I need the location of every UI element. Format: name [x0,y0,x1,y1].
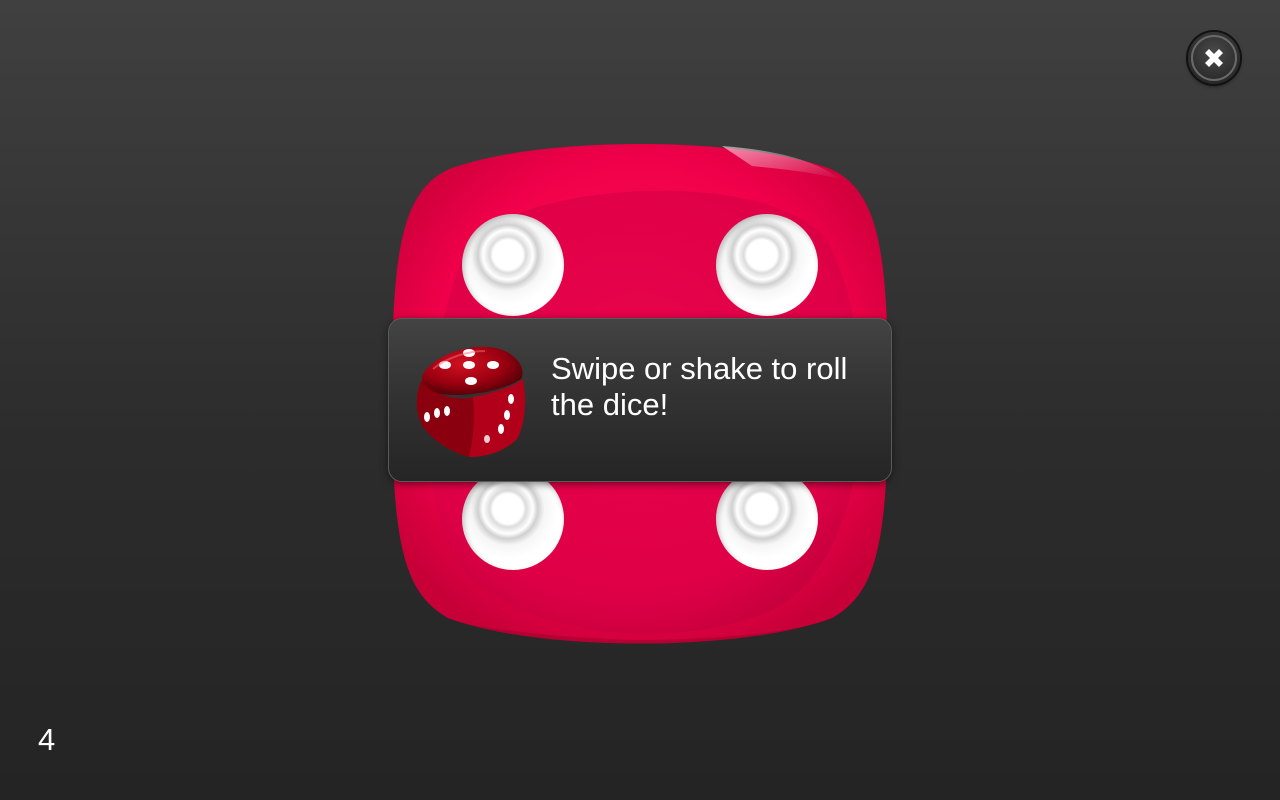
red-die-icon [416,346,525,457]
roll-hint-toast: Swipe or shake to roll the dice! [388,318,892,482]
die-pip [716,468,818,570]
roll-value: 4 [38,722,56,757]
toast-message: Swipe or shake to roll the dice! [551,351,848,422]
die-pip [462,468,564,570]
close-icon [1205,49,1223,67]
close-button[interactable] [1188,32,1240,84]
die-pip [462,214,564,316]
die-pip [716,214,818,316]
